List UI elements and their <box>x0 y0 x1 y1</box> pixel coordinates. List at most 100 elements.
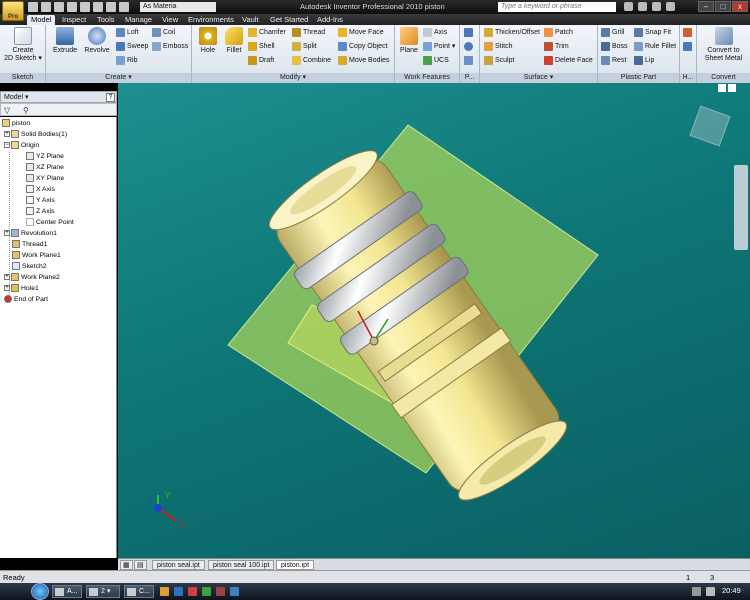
quicklaunch-icon[interactable] <box>160 587 169 596</box>
fillet-button[interactable]: Fillet <box>222 27 246 55</box>
hole-button[interactable]: Hole <box>196 27 220 55</box>
trim-button[interactable]: Trim <box>544 41 569 53</box>
tab-environments[interactable]: Environments <box>184 15 238 25</box>
tree-node-piston[interactable]: piston <box>2 119 30 129</box>
tree-node-revolution1[interactable]: + Revolution1 <box>4 229 57 239</box>
emboss-button[interactable]: Emboss <box>152 41 188 53</box>
draft-button[interactable]: Draft <box>248 55 274 67</box>
tab-manage[interactable]: Manage <box>121 15 156 25</box>
sweep-button[interactable]: Sweep <box>116 41 148 53</box>
harness-button-2[interactable] <box>683 41 694 53</box>
tab-model[interactable]: Model <box>27 15 56 25</box>
save-icon[interactable] <box>54 2 64 12</box>
model-browser-header[interactable]: Model ▾ ? <box>0 91 117 103</box>
stitch-button[interactable]: Stitch <box>484 41 513 53</box>
undo-icon[interactable] <box>67 2 77 12</box>
doc-tab-piston-seal-100[interactable]: piston seal 100.ipt <box>208 560 275 570</box>
convert-to-sheet-metal-button[interactable]: Convert to Sheet Metal <box>699 27 748 63</box>
help-icon[interactable] <box>666 2 675 11</box>
grill-button[interactable]: Grill <box>601 27 624 39</box>
shell-button[interactable]: Shell <box>248 41 275 53</box>
extrude-button[interactable]: Extrude <box>50 27 80 55</box>
axis-button[interactable]: Axis <box>423 27 447 39</box>
copy-object-button[interactable]: Copy Object <box>338 41 388 53</box>
browser-help-button[interactable]: ? <box>106 93 115 102</box>
start-button[interactable] <box>31 583 49 600</box>
graphics-viewport[interactable]: Y X Z <box>118 83 750 558</box>
tray-volume-icon[interactable] <box>706 587 715 596</box>
doc-tab-piston-seal[interactable]: piston seal.ipt <box>152 560 205 570</box>
sculpt-button[interactable]: Sculpt <box>484 55 514 67</box>
doc-tab-piston[interactable]: piston.ipt <box>276 560 315 570</box>
rectangular-pattern-button[interactable] <box>464 27 475 39</box>
quicklaunch-icon[interactable] <box>202 587 211 596</box>
rule-fillet-button[interactable]: Rule Fillet <box>634 41 676 53</box>
tree-node-end-of-part[interactable]: End of Part <box>4 295 48 305</box>
tree-node-thread1[interactable]: Thread1 <box>12 240 47 250</box>
create-2d-sketch-button[interactable]: Create 2D Sketch ▾ <box>4 27 42 63</box>
chamfer-button[interactable]: Chamfer <box>248 27 286 39</box>
return-icon[interactable] <box>119 2 129 12</box>
tree-node-yz-plane[interactable]: YZ Plane <box>26 152 64 162</box>
quicklaunch-icon[interactable] <box>216 587 225 596</box>
delete-face-button[interactable]: Delete Face <box>544 55 593 67</box>
new-icon[interactable] <box>28 2 38 12</box>
tree-node-work-plane1[interactable]: Work Plane1 <box>12 251 61 261</box>
coil-button[interactable]: Coil <box>152 27 175 39</box>
close-button[interactable]: x <box>732 1 748 12</box>
tray-network-icon[interactable] <box>692 587 701 596</box>
thread-button[interactable]: Thread <box>292 27 325 39</box>
tree-node-xz-plane[interactable]: XZ Plane <box>26 163 64 173</box>
browser-title[interactable]: Model ▾ <box>4 94 29 101</box>
piston-model[interactable]: Y X Z <box>118 83 750 558</box>
find-icon[interactable]: ⚲ <box>23 106 29 115</box>
binoculars-icon[interactable] <box>624 2 633 11</box>
tree-node-x-axis[interactable]: X Axis <box>26 185 55 195</box>
quicklaunch-icon[interactable] <box>174 587 183 596</box>
patch-button[interactable]: Patch <box>544 27 573 39</box>
taskbar-button-command[interactable]: C... <box>124 585 154 598</box>
material-dropdown[interactable]: As Materia <box>140 2 216 12</box>
tab-get-started[interactable]: Get Started <box>266 15 312 25</box>
collapse-icon[interactable]: − <box>4 142 10 149</box>
plane-button[interactable]: Plane <box>398 27 420 55</box>
expand-icon[interactable]: + <box>4 274 10 281</box>
navigation-bar[interactable] <box>734 165 748 250</box>
split-button[interactable]: Split <box>292 41 317 53</box>
maximize-button[interactable]: □ <box>715 1 731 12</box>
tab-inspect[interactable]: Inspect <box>58 15 90 25</box>
tile-windows-icon[interactable]: ▦ <box>120 560 133 570</box>
tree-node-work-plane2[interactable]: + Work Plane2 <box>4 273 60 283</box>
tree-node-sketch2[interactable]: Sketch2 <box>12 262 47 272</box>
communication-center-icon[interactable] <box>638 2 647 11</box>
circular-pattern-button[interactable] <box>464 41 475 53</box>
star-icon[interactable] <box>652 2 661 11</box>
open-icon[interactable] <box>41 2 51 12</box>
tree-node-xy-plane[interactable]: XY Plane <box>26 174 64 184</box>
tree-node-solid-bodies[interactable]: + Solid Bodies(1) <box>4 130 67 140</box>
lip-button[interactable]: Lip <box>634 55 654 67</box>
taskbar-button-folders[interactable]: 2 ▾ <box>86 585 120 598</box>
point-button[interactable]: Point ▾ <box>423 41 455 53</box>
rib-button[interactable]: Rib <box>116 55 138 67</box>
quicklaunch-icon[interactable] <box>230 587 239 596</box>
move-face-button[interactable]: Move Face <box>338 27 384 39</box>
move-bodies-button[interactable]: Move Bodies <box>338 55 389 67</box>
tree-node-origin[interactable]: − Origin <box>4 141 39 151</box>
mirror-button[interactable] <box>464 55 475 67</box>
clock[interactable]: 20:49 <box>722 586 741 595</box>
thicken-offset-button[interactable]: Thicken/Offset <box>484 27 540 39</box>
expand-icon[interactable]: + <box>4 131 10 138</box>
quicklaunch-icon[interactable] <box>188 587 197 596</box>
taskbar-button-app[interactable]: A... <box>52 585 82 598</box>
viewport-close-icon[interactable] <box>728 84 736 92</box>
expand-icon[interactable]: + <box>4 230 10 237</box>
tab-add-ins[interactable]: Add-Ins <box>313 15 347 25</box>
redo-icon[interactable] <box>80 2 90 12</box>
tab-vault[interactable]: Vault <box>238 15 263 25</box>
harness-button-1[interactable] <box>683 27 694 39</box>
revolve-button[interactable]: Revolve <box>82 27 112 55</box>
select-icon[interactable] <box>93 2 103 12</box>
filter-icon[interactable]: ▽ <box>4 106 10 115</box>
application-menu-button[interactable]: Pro <box>2 1 24 21</box>
